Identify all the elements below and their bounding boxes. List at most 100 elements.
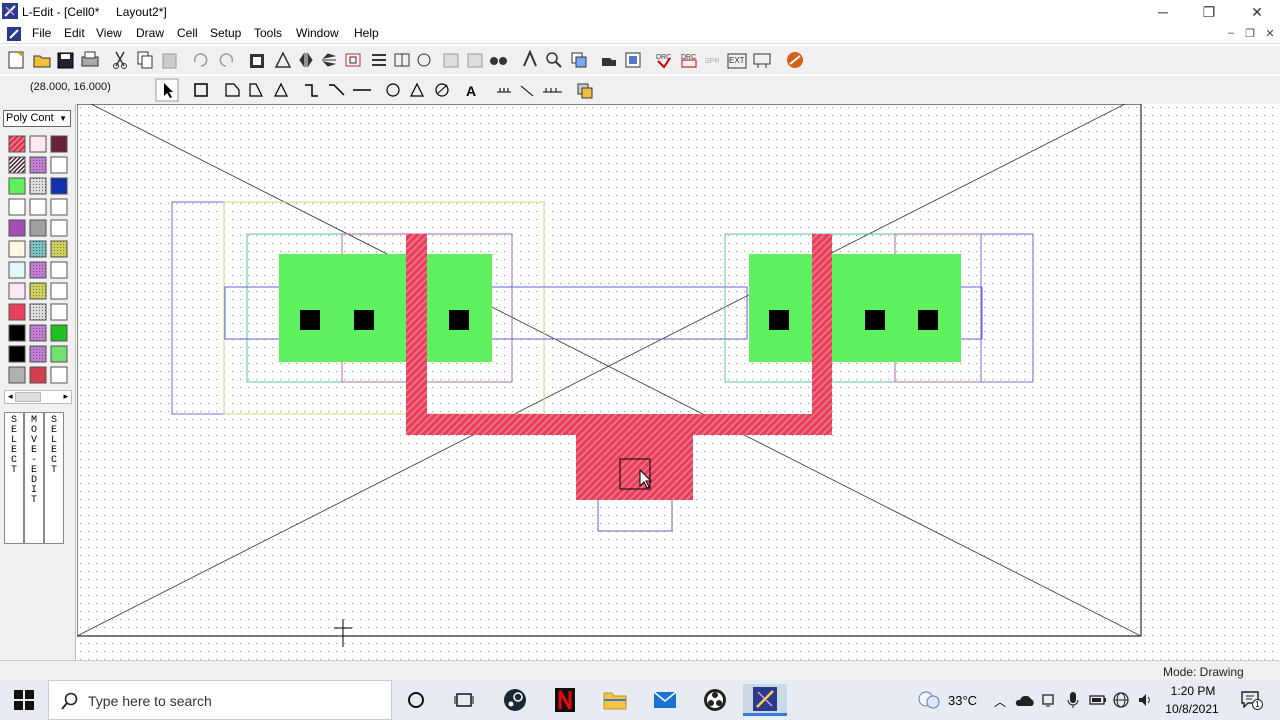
network-globe-icon[interactable] xyxy=(1113,692,1129,708)
print-icon[interactable] xyxy=(81,51,99,67)
close-button[interactable]: ✕ xyxy=(1234,0,1280,24)
notification-center-button[interactable]: 1 xyxy=(1236,688,1264,712)
boolean-icon[interactable] xyxy=(443,53,459,68)
menu-help[interactable]: Help xyxy=(352,26,381,40)
clock-time[interactable]: 1:20 PM xyxy=(1166,684,1220,698)
merge-icon[interactable] xyxy=(372,54,386,66)
scroll-right-icon[interactable]: ▸ xyxy=(63,391,68,402)
align-icon[interactable] xyxy=(394,53,410,67)
circle-tool-icon[interactable] xyxy=(386,83,400,97)
taskbar-app-ledit-active[interactable] xyxy=(743,684,787,716)
cortana-button[interactable] xyxy=(398,684,434,716)
cross-section-icon[interactable] xyxy=(753,53,771,68)
copy-icon[interactable] xyxy=(137,51,153,69)
weather-temperature[interactable]: 33°C xyxy=(948,693,977,708)
taskbar-app-netflix[interactable] xyxy=(547,684,583,716)
mdi-restore-button[interactable]: ❐ xyxy=(1243,27,1257,41)
layer-swatch-row-5[interactable] xyxy=(8,219,68,237)
taskbar-app-obs[interactable] xyxy=(697,684,733,716)
restore-button[interactable]: ❐ xyxy=(1186,0,1232,24)
document-icon[interactable] xyxy=(6,26,22,42)
microphone-icon[interactable] xyxy=(1067,691,1079,709)
volume-speaker-icon[interactable] xyxy=(1137,692,1153,708)
taskbar-app-mail[interactable] xyxy=(647,684,683,716)
menu-window[interactable]: Window xyxy=(294,26,341,40)
palette-scrollbar[interactable]: ◂ ▸ xyxy=(4,390,72,404)
new-file-icon[interactable] xyxy=(8,51,24,69)
scroll-left-icon[interactable]: ◂ xyxy=(8,391,13,402)
save-icon[interactable] xyxy=(57,52,74,69)
menu-setup[interactable]: Setup xyxy=(208,26,243,40)
mdi-close-button[interactable]: ✕ xyxy=(1263,27,1277,41)
pie-wedge-tool-icon[interactable] xyxy=(410,82,424,97)
nibble-icon[interactable] xyxy=(417,53,431,67)
open-cell-icon[interactable] xyxy=(602,58,616,66)
layer-swatch-row-4[interactable] xyxy=(8,198,68,216)
menu-view[interactable]: View xyxy=(94,26,124,40)
layer-swatch-row-2[interactable] xyxy=(8,156,68,174)
menu-tools[interactable]: Tools xyxy=(252,26,284,40)
slice-icon[interactable] xyxy=(345,53,361,67)
zoom-fit-icon[interactable] xyxy=(571,52,587,68)
start-button[interactable] xyxy=(0,680,48,720)
taskbar-app-steam[interactable] xyxy=(497,684,533,716)
menu-draw[interactable]: Draw xyxy=(134,26,166,40)
instance-tool-icon[interactable] xyxy=(577,83,593,99)
layer-dropdown[interactable]: Poly Cont ▼ xyxy=(3,110,71,127)
layer-swatch-row-7[interactable] xyxy=(8,261,68,279)
help-palette-icon[interactable] xyxy=(787,52,803,68)
menu-edit[interactable]: Edit xyxy=(62,26,87,40)
polygon-tool-icon[interactable] xyxy=(225,83,240,97)
zoom-mouse-icon[interactable] xyxy=(523,49,537,67)
meet-now-icon[interactable] xyxy=(1042,692,1056,708)
flip-vertical-icon[interactable] xyxy=(322,53,336,67)
menu-file[interactable]: File xyxy=(30,26,53,40)
ruler-all-tool-icon[interactable] xyxy=(543,88,562,93)
spr-icon[interactable]: SPR xyxy=(705,58,719,65)
onedrive-icon[interactable] xyxy=(1015,693,1034,707)
layout-canvas[interactable] xyxy=(77,104,1280,660)
clock-date[interactable]: 10/8/2021 xyxy=(1162,702,1222,716)
layer-swatch-row-9[interactable] xyxy=(8,303,68,321)
extract-icon[interactable]: EXT xyxy=(727,53,747,69)
drc-box-icon[interactable]: DRC xyxy=(681,54,697,68)
grow-icon[interactable] xyxy=(467,53,483,68)
minimize-button[interactable]: ─ xyxy=(1140,0,1186,24)
all-angle-polygon-tool-icon[interactable] xyxy=(274,82,288,97)
torus-tool-icon[interactable] xyxy=(435,83,449,97)
group-icon[interactable] xyxy=(250,54,264,68)
weather-cloud-icon[interactable] xyxy=(916,690,942,710)
undo-icon[interactable] xyxy=(193,53,208,67)
ruler-tool-icon[interactable] xyxy=(497,88,511,93)
layer-swatch-row-1[interactable] xyxy=(8,135,68,153)
ruler-45-tool-icon[interactable] xyxy=(520,85,534,97)
layer-swatch-row-6[interactable] xyxy=(8,240,68,258)
45-polygon-tool-icon[interactable] xyxy=(249,83,263,97)
paste-icon[interactable] xyxy=(162,53,177,69)
layer-swatch-row-3[interactable] xyxy=(8,177,68,195)
box-tool-icon[interactable] xyxy=(194,83,208,97)
open-folder-icon[interactable] xyxy=(33,55,51,68)
show-hidden-icons-chevron-icon[interactable]: ︿ xyxy=(994,693,1006,710)
menu-cell[interactable]: Cell xyxy=(175,26,200,40)
select-pointer-icon[interactable] xyxy=(155,78,179,102)
port-tool-icon[interactable]: A xyxy=(466,83,476,99)
layer-swatch-row-12[interactable] xyxy=(8,366,68,384)
battery-icon[interactable] xyxy=(1089,693,1107,707)
flip-horizontal-icon[interactable] xyxy=(299,52,313,68)
taskbar-app-file-explorer[interactable] xyxy=(597,684,633,716)
layer-swatch-row-11[interactable] xyxy=(8,345,68,363)
cut-icon[interactable] xyxy=(113,51,127,69)
find-icon[interactable] xyxy=(490,57,507,65)
zoom-icon[interactable] xyxy=(546,52,562,68)
task-view-button[interactable] xyxy=(446,684,482,716)
orthogonal-wire-tool-icon[interactable] xyxy=(305,84,318,97)
mdi-minimize-button[interactable]: ‒ xyxy=(1224,27,1238,41)
rotate-icon[interactable] xyxy=(274,51,292,68)
drc-icon[interactable]: DRC xyxy=(656,54,671,69)
scroll-thumb[interactable] xyxy=(15,392,41,402)
layer-swatch-row-8[interactable] xyxy=(8,282,68,300)
zoom-select-icon[interactable] xyxy=(625,52,641,68)
redo-icon[interactable] xyxy=(219,53,234,67)
layer-swatch-row-10[interactable] xyxy=(8,324,68,342)
